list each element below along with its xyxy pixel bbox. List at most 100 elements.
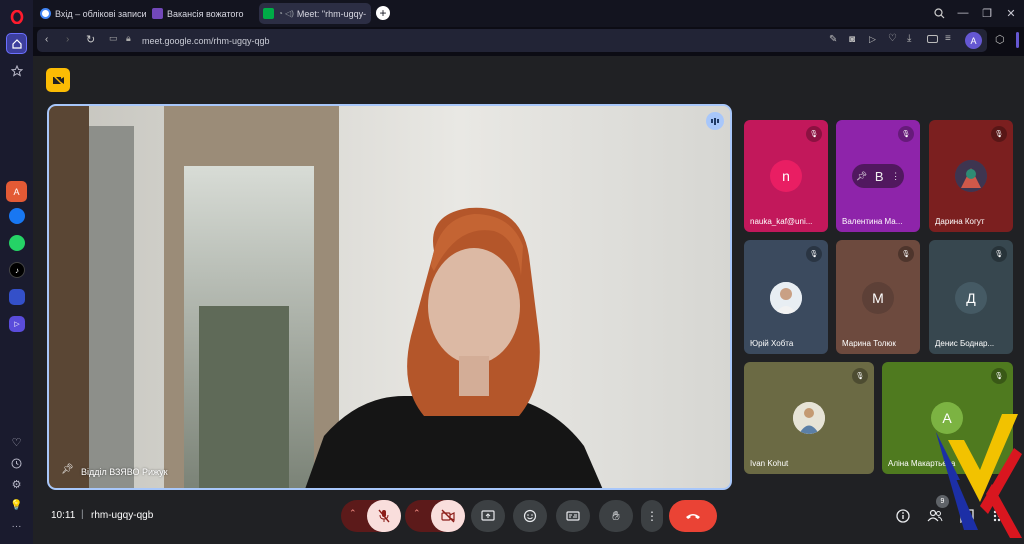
minimize-icon[interactable]: —	[955, 5, 971, 21]
participant-tile[interactable]: 🎙︎ M Марина Толюк	[836, 240, 920, 354]
settings-icon[interactable]: ⚙	[6, 474, 27, 495]
battery-saver-icon[interactable]	[927, 35, 938, 43]
edit-icon[interactable]: ✎	[829, 34, 837, 45]
tab-vacancy[interactable]: Вакансія вожатого	[148, 3, 253, 24]
camera-options-chevron-icon[interactable]: ⌃	[413, 508, 421, 519]
participant-tile[interactable]: 🎙︎ 📌︎ B ⋮ Валентина Ма...	[836, 120, 920, 232]
opera-logo-icon[interactable]	[6, 6, 27, 27]
leave-call-button[interactable]	[669, 500, 717, 532]
mic-control-group: ⌃	[341, 500, 401, 532]
more-vertical-icon: ⋮	[646, 509, 658, 523]
avatar: M	[862, 282, 894, 314]
reactions-button[interactable]	[513, 500, 547, 532]
meeting-time: 10:11	[51, 510, 76, 521]
participant-name: Юрій Хобта	[750, 339, 794, 348]
participant-tile[interactable]: 🎙︎ Ivan Kohut	[744, 362, 874, 474]
avatar-photo	[955, 160, 987, 192]
avatar: n	[770, 160, 802, 192]
more-options-button[interactable]: ⋮	[641, 500, 663, 532]
participant-name: nauka_kaf@uni...	[750, 217, 813, 226]
captions-icon	[566, 511, 580, 521]
aria-icon[interactable]: A	[6, 181, 27, 202]
camera-control-group: ⌃	[405, 500, 465, 532]
new-tab-button[interactable]: +	[376, 6, 390, 20]
camera-off-icon	[441, 509, 455, 523]
cube-icon[interactable]: ⬡	[995, 33, 1005, 46]
captions-button[interactable]	[556, 500, 590, 532]
forward-icon[interactable]: ›	[66, 34, 69, 45]
present-icon	[481, 510, 495, 521]
tiktok-icon[interactable]: ♪	[9, 262, 25, 278]
mic-off-icon	[378, 509, 390, 523]
send-icon[interactable]: ▷	[869, 34, 876, 45]
speaker-video	[49, 106, 730, 488]
mic-off-icon: 🎙︎	[806, 246, 822, 262]
more-options-icon[interactable]: ⋮	[891, 171, 900, 182]
mic-options-chevron-icon[interactable]: ⌃	[349, 508, 357, 519]
participant-name: Марина Толюк	[842, 339, 896, 348]
separator: |	[81, 509, 84, 520]
mic-off-icon: 🎙︎	[991, 126, 1007, 142]
lock-icon[interactable]: 🔒︎	[126, 33, 131, 44]
present-screen-button[interactable]	[471, 500, 505, 532]
history-icon[interactable]	[6, 453, 27, 474]
tab-label: Вакансія вожатого	[167, 8, 244, 19]
star-icon[interactable]	[6, 60, 27, 81]
profile-avatar[interactable]: A	[965, 32, 982, 49]
pin-icon[interactable]: 📌︎	[61, 464, 74, 475]
address-bar: ‹ › ↻ ▭ 🔒︎ ✎ ◙ ▷ ♡ ⤓ ≡ A	[37, 29, 987, 52]
hand-icon: ✋︎	[612, 508, 620, 523]
whatsapp-icon[interactable]	[9, 235, 25, 251]
meet-icon	[263, 8, 274, 19]
tab-meet[interactable]: ◔ ◁) Meet: "rhm-ugqy- ×	[259, 3, 371, 24]
google-icon	[40, 8, 51, 19]
meeting-code: rhm-ugqy-qgb	[91, 510, 154, 521]
bookmark-heart-icon[interactable]: ♡	[888, 33, 897, 44]
participant-tile[interactable]: 🎙︎ Д Денис Боднар...	[929, 240, 1013, 354]
reload-icon[interactable]: ↻	[86, 33, 95, 46]
end-call-icon	[686, 514, 700, 519]
tab-google-accounts[interactable]: Вхід – облікові записи Go	[36, 3, 146, 24]
mic-off-icon: 🎙︎	[991, 368, 1007, 384]
search-icon[interactable]	[931, 5, 947, 21]
mic-toggle-button[interactable]	[367, 500, 401, 532]
extensions-icon[interactable]: ≡	[945, 33, 951, 44]
wallet-icon[interactable]	[9, 289, 25, 305]
home-icon[interactable]	[6, 33, 27, 54]
download-icon[interactable]: ⤓	[907, 33, 911, 44]
player-icon[interactable]: ▷	[9, 316, 25, 332]
browser-sidebar: A ♪ ▷ ♡ ⚙ 💡 ···	[0, 0, 33, 544]
more-icon[interactable]: ···	[6, 516, 27, 537]
participant-tile[interactable]: 🎙︎ Юрій Хобта	[744, 240, 828, 354]
avatar: Д	[955, 282, 987, 314]
restore-icon[interactable]: ❐	[979, 5, 995, 21]
main-speaker-tile[interactable]: 📌︎ Відділ ВЗЯВО Рижук	[47, 104, 732, 490]
close-window-icon[interactable]: ✕	[1003, 5, 1019, 21]
close-tab-icon[interactable]: ×	[370, 9, 371, 19]
url-input[interactable]	[142, 33, 442, 48]
messenger-icon[interactable]	[9, 208, 25, 224]
participant-tile[interactable]: 🎙︎ Дарина Когут	[929, 120, 1013, 232]
pin-icon[interactable]: 📌︎	[856, 171, 867, 182]
raise-hand-button[interactable]: ✋︎	[599, 500, 633, 532]
snapshot-icon[interactable]: ◙	[849, 34, 855, 45]
tab-label: Meet: "rhm-ugqy-	[296, 8, 367, 19]
mic-off-icon: 🎙︎	[806, 126, 822, 142]
meeting-details-icon[interactable]	[893, 506, 913, 526]
tips-icon[interactable]: 💡	[6, 495, 27, 516]
camera-off-notice-icon[interactable]	[46, 68, 70, 92]
avatar-photo	[770, 282, 802, 314]
tile-hover-controls[interactable]: 📌︎ B ⋮	[852, 164, 904, 188]
sidebar-toggle[interactable]	[1016, 32, 1019, 48]
back-icon[interactable]: ‹	[45, 34, 48, 45]
mic-off-icon: 🎙︎	[898, 246, 914, 262]
mic-off-icon: 🎙︎	[852, 368, 868, 384]
participant-tile[interactable]: 🎙︎ n nauka_kaf@uni...	[744, 120, 828, 232]
camera-status-icon[interactable]: ▭	[109, 33, 118, 44]
watermark-logo	[936, 414, 1022, 538]
camera-toggle-button[interactable]	[431, 500, 465, 532]
forms-icon	[152, 8, 163, 19]
emoji-icon	[523, 509, 537, 523]
heart-icon[interactable]: ♡	[6, 432, 27, 453]
mic-off-icon: 🎙︎	[898, 126, 914, 142]
